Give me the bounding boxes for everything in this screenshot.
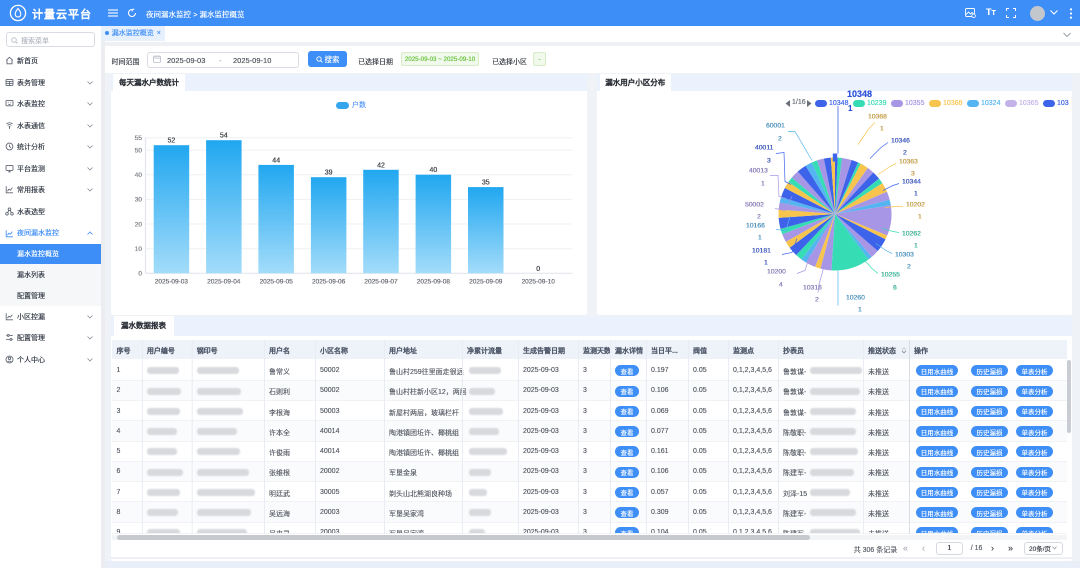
svg-text:10262: 10262: [902, 230, 921, 237]
svg-text:10346: 10346: [891, 137, 910, 144]
svg-text:1: 1: [761, 180, 765, 187]
svg-text:2: 2: [907, 263, 911, 270]
svg-text:2025-09-07: 2025-09-07: [364, 278, 398, 285]
svg-text:1: 1: [858, 306, 862, 313]
svg-text:10344: 10344: [902, 178, 921, 185]
svg-text:2: 2: [778, 135, 782, 142]
svg-text:2025-09-05: 2025-09-05: [259, 278, 293, 285]
svg-text:2: 2: [903, 149, 907, 156]
svg-text:10166: 10166: [746, 222, 765, 229]
svg-text:30: 30: [134, 196, 142, 203]
svg-text:1: 1: [758, 234, 762, 241]
svg-text:2025-09-09: 2025-09-09: [469, 278, 503, 285]
svg-text:44: 44: [272, 157, 280, 164]
svg-text:2: 2: [815, 296, 819, 303]
svg-text:3: 3: [767, 157, 771, 164]
svg-text:1: 1: [914, 190, 918, 197]
svg-text:2025-09-03: 2025-09-03: [154, 278, 188, 285]
svg-text:2025-09-04: 2025-09-04: [207, 278, 241, 285]
svg-text:0: 0: [536, 265, 540, 272]
svg-text:50: 50: [134, 147, 142, 154]
svg-text:0: 0: [138, 270, 142, 277]
svg-text:10303: 10303: [895, 251, 914, 258]
svg-text:10363: 10363: [899, 158, 918, 165]
svg-text:3: 3: [911, 170, 915, 177]
svg-text:20: 20: [134, 221, 142, 228]
svg-text:2025-09-10: 2025-09-10: [521, 278, 555, 285]
svg-text:2025-09-06: 2025-09-06: [311, 278, 345, 285]
svg-text:40011: 40011: [755, 144, 774, 151]
svg-text:10368: 10368: [868, 113, 887, 120]
svg-text:40: 40: [134, 172, 142, 179]
svg-text:2: 2: [757, 213, 761, 220]
svg-text:1: 1: [880, 125, 884, 132]
svg-text:10260: 10260: [846, 294, 865, 301]
svg-text:60001: 60001: [766, 122, 785, 129]
svg-text:55: 55: [134, 135, 142, 142]
svg-text:10316: 10316: [803, 284, 822, 291]
svg-text:42: 42: [377, 162, 385, 169]
svg-text:54: 54: [219, 132, 227, 139]
svg-text:2025-09-08: 2025-09-08: [416, 278, 450, 285]
svg-text:10255: 10255: [881, 271, 900, 278]
svg-text:35: 35: [481, 179, 489, 186]
svg-text:50002: 50002: [745, 201, 764, 208]
svg-text:4: 4: [779, 281, 783, 288]
svg-text:10181: 10181: [752, 247, 771, 254]
svg-text:52: 52: [167, 137, 175, 144]
svg-text:10202: 10202: [906, 201, 925, 208]
svg-text:6: 6: [893, 284, 897, 291]
svg-text:1: 1: [764, 259, 768, 266]
svg-text:40: 40: [429, 167, 437, 174]
svg-text:1: 1: [914, 242, 918, 249]
svg-text:39: 39: [324, 169, 332, 176]
svg-text:10: 10: [134, 246, 142, 253]
svg-text:1: 1: [918, 213, 922, 220]
svg-text:40013: 40013: [749, 167, 768, 174]
svg-text:10200: 10200: [767, 268, 786, 275]
